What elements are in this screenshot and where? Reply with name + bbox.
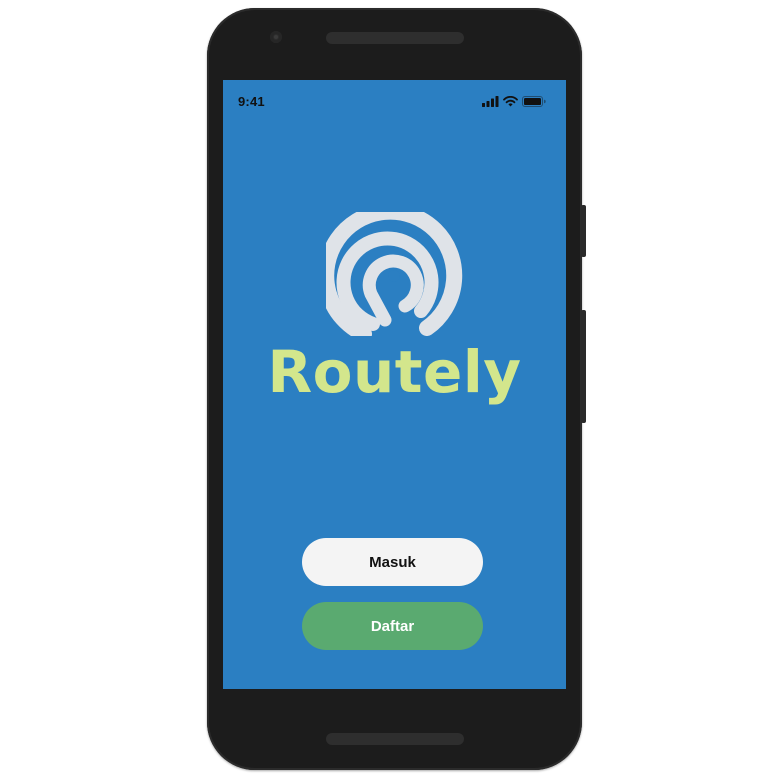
front-camera [270,31,282,43]
power-button [581,205,586,257]
volume-button [581,310,586,423]
battery-icon [522,96,546,107]
signal-icon [482,96,499,107]
register-button[interactable]: Daftar [302,602,483,650]
wifi-icon [503,96,518,107]
status-icons [482,96,546,107]
status-time: 9:41 [238,94,265,109]
app-name: Routely [267,338,522,406]
stage: 9:41 Routely Masuk Daftar [0,0,781,781]
app-screen: 9:41 Routely Masuk Daftar [223,80,566,689]
login-button[interactable]: Masuk [302,538,483,586]
bottom-speaker [326,733,464,745]
status-bar: 9:41 [223,80,566,122]
routely-logo-icon [318,203,464,342]
earpiece-speaker [326,32,464,44]
